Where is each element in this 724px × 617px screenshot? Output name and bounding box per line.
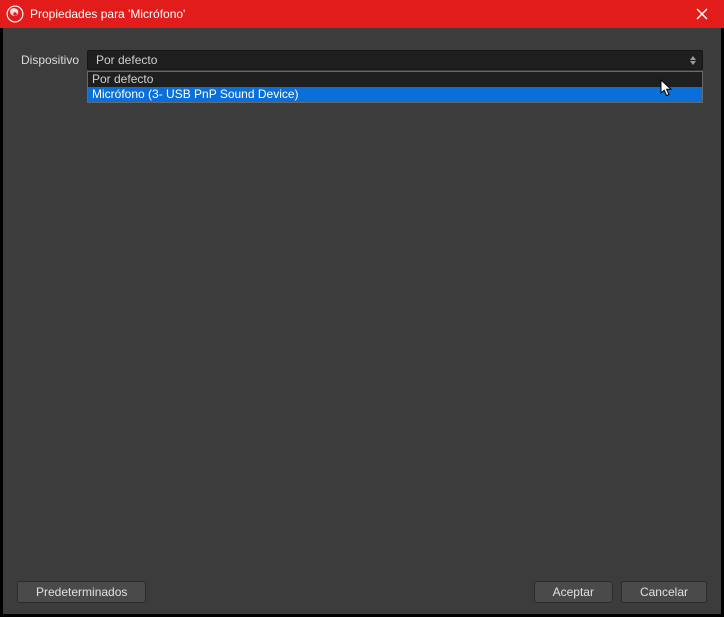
- bottom-bar: Predeterminados Aceptar Cancelar: [3, 570, 721, 614]
- device-select-value: Por defecto: [96, 53, 157, 67]
- client-area: Dispositivo Por defecto Por defecto Micr…: [2, 28, 722, 615]
- device-option-usb-mic[interactable]: Micrófono (3- USB PnP Sound Device): [88, 87, 702, 102]
- device-select[interactable]: Por defecto: [87, 50, 703, 70]
- defaults-button-label: Predeterminados: [36, 585, 127, 599]
- cancel-button-label: Cancelar: [640, 585, 688, 599]
- device-dropdown: Por defecto Micrófono (3- USB PnP Sound …: [87, 71, 703, 103]
- device-label: Dispositivo: [21, 53, 79, 67]
- close-button[interactable]: [680, 0, 724, 28]
- device-option-default[interactable]: Por defecto: [88, 72, 702, 87]
- defaults-button[interactable]: Predeterminados: [17, 581, 146, 603]
- cancel-button[interactable]: Cancelar: [621, 581, 707, 603]
- updown-icon: [688, 53, 698, 67]
- form-area: Dispositivo Por defecto Por defecto Micr…: [3, 28, 721, 570]
- obs-icon: [6, 5, 24, 23]
- ok-button[interactable]: Aceptar: [534, 581, 613, 603]
- device-combo: Por defecto Por defecto Micrófono (3- US…: [87, 50, 703, 70]
- ok-button-label: Aceptar: [553, 585, 594, 599]
- window-title: Propiedades para 'Micrófono': [30, 7, 680, 21]
- device-row: Dispositivo Por defecto Por defecto Micr…: [21, 50, 703, 70]
- close-icon: [696, 8, 708, 20]
- properties-dialog: Propiedades para 'Micrófono' Dispositivo…: [0, 0, 724, 617]
- titlebar[interactable]: Propiedades para 'Micrófono': [0, 0, 724, 28]
